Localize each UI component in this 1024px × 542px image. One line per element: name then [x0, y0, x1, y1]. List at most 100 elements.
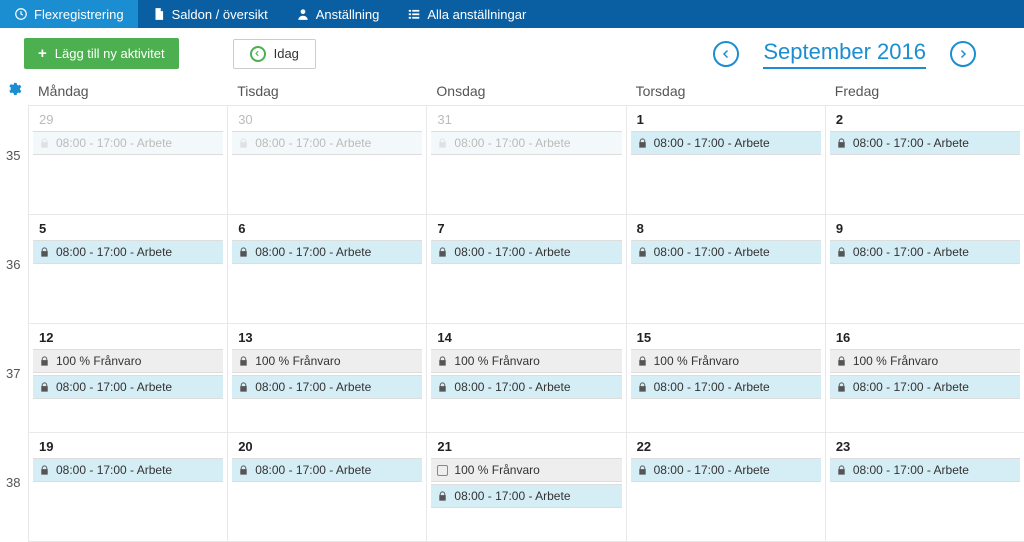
work-entry[interactable]: 08:00 - 17:00 - Arbete [830, 458, 1020, 482]
day-cell[interactable]: 908:00 - 17:00 - Arbete [825, 215, 1024, 323]
day-cell[interactable]: 2008:00 - 17:00 - Arbete [227, 433, 426, 541]
day-cell[interactable]: 2308:00 - 17:00 - Arbete [825, 433, 1024, 541]
work-entry[interactable]: 08:00 - 17:00 - Arbete [431, 131, 621, 155]
entry-text: 100 % Frånvaro [454, 463, 539, 477]
day-cell[interactable]: 21100 % Frånvaro08:00 - 17:00 - Arbete [426, 433, 625, 541]
work-entry[interactable]: 08:00 - 17:00 - Arbete [33, 240, 223, 264]
lock-icon [637, 137, 648, 149]
day-cell[interactable]: 16100 % Frånvaro08:00 - 17:00 - Arbete [825, 324, 1024, 432]
day-cell[interactable]: 2908:00 - 17:00 - Arbete [28, 106, 227, 214]
entry-text: 08:00 - 17:00 - Arbete [56, 245, 172, 259]
day-header-row: Måndag Tisdag Onsdag Torsdag Fredag [28, 77, 1024, 106]
day-header: Fredag [825, 77, 1024, 106]
day-cell[interactable]: 1 08:00 - 17:00 - Arbete [626, 106, 825, 214]
week-row: 3712100 % Frånvaro08:00 - 17:00 - Arbete… [28, 324, 1024, 433]
lock-icon [437, 355, 448, 367]
absence-entry[interactable]: 100 % Frånvaro [431, 349, 621, 373]
calendar: Måndag Tisdag Onsdag Torsdag Fredag 35 29… [0, 77, 1024, 542]
lock-icon [637, 464, 648, 476]
work-entry[interactable]: 08:00 - 17:00 - Arbete [431, 240, 621, 264]
toolbar: + Lägg till ny aktivitet Idag September … [0, 28, 1024, 77]
work-entry[interactable]: 08:00 - 17:00 - Arbete [33, 131, 223, 155]
day-number: 16 [826, 324, 1024, 347]
day-cell[interactable]: 12100 % Frånvaro08:00 - 17:00 - Arbete [28, 324, 227, 432]
day-number: 6 [228, 215, 426, 238]
day-cell[interactable]: 3108:00 - 17:00 - Arbete [426, 106, 625, 214]
day-number: 15 [627, 324, 825, 347]
lock-icon [637, 381, 648, 393]
week-number: 35 [6, 148, 20, 163]
tab-label: Flexregistrering [34, 7, 124, 22]
work-entry[interactable]: 08:00 - 17:00 - Arbete [830, 240, 1020, 264]
absence-entry[interactable]: 100 % Frånvaro [232, 349, 422, 373]
entry-text: 08:00 - 17:00 - Arbete [654, 136, 770, 150]
today-button[interactable]: Idag [233, 39, 316, 69]
absence-entry[interactable]: 100 % Frånvaro [631, 349, 821, 373]
entry-text: 08:00 - 17:00 - Arbete [853, 463, 969, 477]
add-button-label: Lägg till ny aktivitet [55, 46, 165, 61]
next-month-button[interactable] [950, 41, 976, 67]
tab-label: Saldon / översikt [172, 7, 268, 22]
entry-text: 08:00 - 17:00 - Arbete [454, 136, 570, 150]
chevron-right-icon [957, 48, 969, 60]
work-entry[interactable]: 08:00 - 17:00 - Arbete [431, 484, 621, 508]
work-entry[interactable]: 08:00 - 17:00 - Arbete [33, 375, 223, 399]
entry-text: 100 % Frånvaro [255, 354, 340, 368]
month-label[interactable]: September 2016 [763, 39, 926, 69]
day-cell[interactable]: 708:00 - 17:00 - Arbete [426, 215, 625, 323]
tab-flexregistrering[interactable]: Flexregistrering [0, 0, 138, 28]
day-cell[interactable]: 808:00 - 17:00 - Arbete [626, 215, 825, 323]
lock-icon [39, 464, 50, 476]
tab-alla-anstallningar[interactable]: Alla anställningar [393, 0, 540, 28]
day-number: 29 [29, 106, 227, 129]
day-cell[interactable]: 13100 % Frånvaro08:00 - 17:00 - Arbete [227, 324, 426, 432]
day-number: 9 [826, 215, 1024, 238]
tab-saldon[interactable]: Saldon / översikt [138, 0, 282, 28]
absence-entry[interactable]: 100 % Frånvaro [431, 458, 621, 482]
day-cell[interactable]: 608:00 - 17:00 - Arbete [227, 215, 426, 323]
day-cell[interactable]: 5 08:00 - 17:00 - Arbete [28, 215, 227, 323]
work-entry[interactable]: 08:00 - 17:00 - Arbete [33, 458, 223, 482]
work-entry[interactable]: 08:00 - 17:00 - Arbete [232, 375, 422, 399]
lock-icon [39, 246, 50, 258]
day-header: Torsdag [626, 77, 825, 106]
day-number: 5 [29, 215, 227, 238]
day-cell[interactable]: 14100 % Frånvaro08:00 - 17:00 - Arbete [426, 324, 625, 432]
work-entry[interactable]: 08:00 - 17:00 - Arbete [830, 375, 1020, 399]
entry-text: 08:00 - 17:00 - Arbete [853, 136, 969, 150]
entry-text: 08:00 - 17:00 - Arbete [255, 380, 371, 394]
arrow-left-circle-icon [250, 46, 266, 62]
main-tabs: Flexregistrering Saldon / översikt Anstä… [0, 0, 1024, 28]
lock-icon [39, 137, 50, 149]
work-entry[interactable]: 08:00 - 17:00 - Arbete [232, 131, 422, 155]
add-activity-button[interactable]: + Lägg till ny aktivitet [24, 38, 179, 69]
day-cell[interactable]: 1908:00 - 17:00 - Arbete [28, 433, 227, 541]
work-entry[interactable]: 08:00 - 17:00 - Arbete [631, 240, 821, 264]
day-cell[interactable]: 2208:00 - 17:00 - Arbete [626, 433, 825, 541]
tab-label: Alla anställningar [427, 7, 526, 22]
work-entry[interactable]: 08:00 - 17:00 - Arbete [631, 131, 821, 155]
day-number: 1 [627, 106, 825, 129]
lock-icon [836, 246, 847, 258]
absence-entry[interactable]: 100 % Frånvaro [830, 349, 1020, 373]
day-number: 8 [627, 215, 825, 238]
work-entry[interactable]: 08:00 - 17:00 - Arbete [631, 458, 821, 482]
settings-icon[interactable] [6, 81, 22, 100]
tab-anstallning[interactable]: Anställning [282, 0, 394, 28]
day-cell[interactable]: 3008:00 - 17:00 - Arbete [227, 106, 426, 214]
work-entry[interactable]: 08:00 - 17:00 - Arbete [631, 375, 821, 399]
work-entry[interactable]: 08:00 - 17:00 - Arbete [431, 375, 621, 399]
day-header: Måndag [28, 77, 227, 106]
absence-entry[interactable]: 100 % Frånvaro [33, 349, 223, 373]
day-cell[interactable]: 208:00 - 17:00 - Arbete [825, 106, 1024, 214]
chevron-left-icon [720, 48, 732, 60]
day-number: 7 [427, 215, 625, 238]
day-header: Onsdag [426, 77, 625, 106]
work-entry[interactable]: 08:00 - 17:00 - Arbete [232, 458, 422, 482]
day-cell[interactable]: 15100 % Frånvaro08:00 - 17:00 - Arbete [626, 324, 825, 432]
work-entry[interactable]: 08:00 - 17:00 - Arbete [232, 240, 422, 264]
lock-icon [437, 137, 448, 149]
work-entry[interactable]: 08:00 - 17:00 - Arbete [830, 131, 1020, 155]
prev-month-button[interactable] [713, 41, 739, 67]
unlocked-icon [437, 465, 448, 476]
